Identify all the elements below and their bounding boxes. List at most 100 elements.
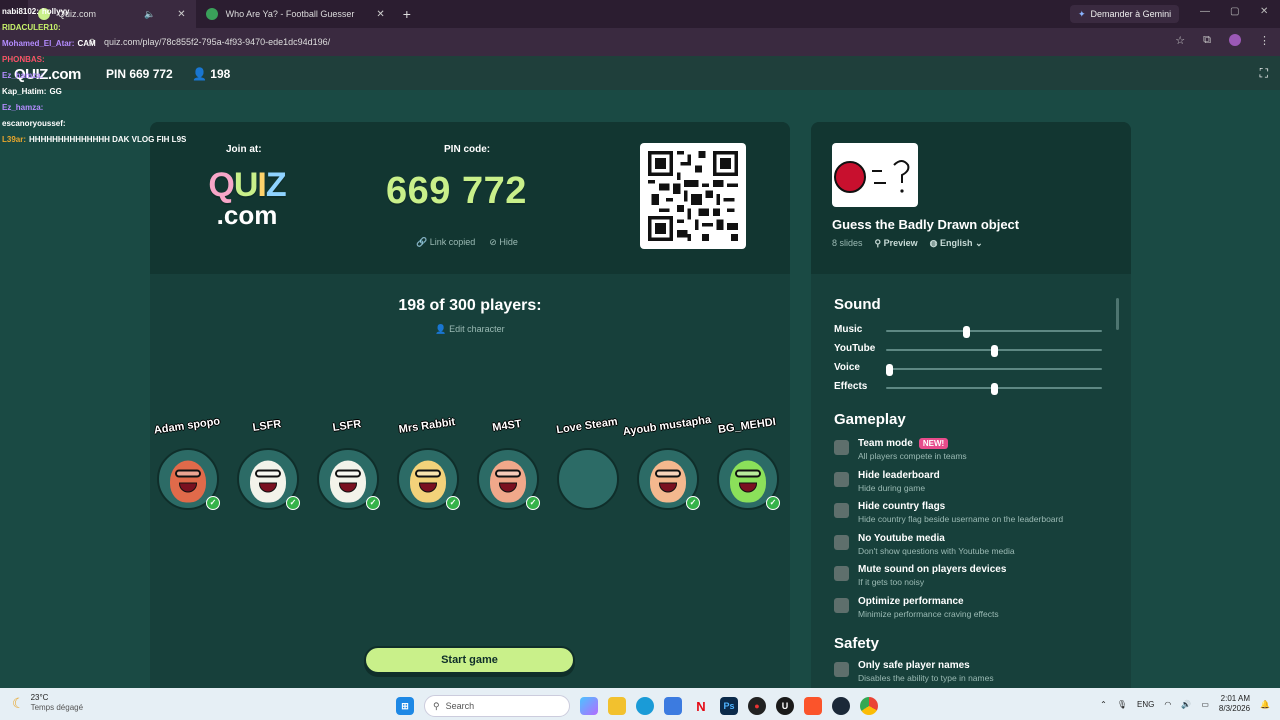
hide-label: Hide	[499, 237, 518, 247]
link-copied-button[interactable]: 🔗 Link copied	[416, 237, 475, 248]
volume-slider[interactable]	[886, 383, 1102, 395]
close-window-icon[interactable]: ✕	[1260, 6, 1268, 17]
gameplay-option[interactable]: Optimize performance Minimize performance…	[834, 596, 1114, 624]
photoshop-icon[interactable]: Ps	[720, 697, 738, 715]
record-icon[interactable]: ●	[748, 697, 766, 715]
safety-option[interactable]: Only safe player names Disables the abili…	[834, 660, 1114, 688]
player-avatar[interactable]: Ayoub mustapha ✓	[622, 414, 712, 510]
edit-character-button[interactable]: 👤 Edit character	[150, 324, 790, 335]
netflix-icon[interactable]: N	[692, 697, 710, 715]
checkbox[interactable]	[834, 566, 849, 581]
volume-slider-row: Music	[834, 324, 1102, 338]
volume-slider[interactable]	[886, 345, 1102, 357]
player-avatar[interactable]: M4ST ✓	[474, 418, 540, 510]
file-explorer-icon[interactable]	[608, 697, 626, 715]
profile-avatar[interactable]	[1229, 34, 1241, 46]
gameplay-option[interactable]: Hide country flags Hide country flag besi…	[834, 501, 1114, 529]
bookmark-star-icon[interactable]: ☆	[1175, 34, 1185, 47]
chat-username: Mohamed_El_Atar:	[2, 39, 75, 48]
temperature: 23°C	[30, 693, 49, 702]
edge-icon[interactable]	[636, 697, 654, 715]
player-avatar[interactable]: LSFR ✓	[314, 418, 380, 510]
avatar-face	[490, 460, 526, 503]
gameplay-option[interactable]: Team mode NEW! All players compete in team…	[834, 438, 1114, 466]
maximize-icon[interactable]: ▢	[1230, 6, 1239, 17]
chrome-icon[interactable]	[860, 697, 878, 715]
option-title: Optimize performance	[858, 596, 964, 607]
quiz-title: Guess the Badly Drawn object	[832, 217, 1020, 232]
volume-slider[interactable]	[886, 364, 1102, 376]
chevron-up-icon[interactable]: ⌃	[1100, 700, 1107, 709]
steam-icon[interactable]	[832, 697, 850, 715]
player-avatar[interactable]: Mrs Rabbit ✓	[394, 416, 460, 510]
gameplay-section-title: Gameplay	[834, 411, 906, 428]
gameplay-option[interactable]: No Youtube media Don't show questions wit…	[834, 533, 1114, 561]
checkbox[interactable]	[834, 534, 849, 550]
brave-icon[interactable]	[804, 697, 822, 715]
player-avatar[interactable]: LSFR ✓	[234, 418, 300, 510]
preview-button[interactable]: ⚲ Preview	[875, 238, 918, 249]
option-title: Hide country flags	[858, 501, 945, 512]
clock[interactable]: 2:01 AM 8/3/2026	[1219, 694, 1250, 714]
qr-code[interactable]	[640, 143, 746, 249]
new-tab-icon[interactable]: +	[395, 6, 419, 22]
store-icon[interactable]	[664, 697, 682, 715]
option-description: Don't show questions with Youtube media	[858, 545, 1015, 556]
slider-knob[interactable]	[963, 326, 971, 338]
player-avatar[interactable]: Love Steam	[554, 416, 620, 510]
language-dropdown[interactable]: ◍ English ⌄	[930, 238, 983, 249]
weather-desc: Temps dégagé	[30, 703, 84, 712]
copilot-icon[interactable]	[580, 697, 598, 715]
chat-message: Kap_Hatim: GG	[2, 84, 242, 100]
microphone-icon[interactable]: 🎙	[1117, 700, 1127, 709]
wifi-icon[interactable]: ◠	[1164, 700, 1171, 709]
option-title-text: Hide leaderboard	[858, 469, 940, 481]
settings-scrollbar[interactable]	[1116, 298, 1119, 330]
extensions-icon[interactable]: ⧉	[1203, 34, 1211, 47]
option-title-text: No Youtube media	[858, 532, 945, 544]
avatar-eyes	[495, 469, 521, 478]
pin-code-label: PIN code:	[444, 144, 491, 155]
search-icon: ⚲	[874, 238, 882, 248]
quiz-logo-letter: U	[233, 166, 259, 204]
player-avatar[interactable]: Adam spopo ✓	[153, 415, 221, 510]
chat-username: L39ar:	[2, 135, 27, 144]
slider-knob[interactable]	[990, 345, 998, 357]
address-bar[interactable]: ⚙ quiz.com/play/78c855f2-795a-4f93-9470-…	[86, 33, 1186, 51]
checkbox[interactable]	[834, 597, 849, 613]
checkbox[interactable]	[834, 662, 849, 677]
gemini-button[interactable]: ✦ Demander à Gemini	[1070, 5, 1180, 23]
quiz-thumbnail[interactable]	[832, 143, 918, 207]
slider-knob[interactable]	[886, 364, 893, 376]
weather-widget[interactable]: ☾ 23°C Temps dégagé	[12, 693, 83, 713]
quiz-logo-top: QUIZ	[192, 168, 302, 202]
start-game-button[interactable]: Start game	[364, 646, 575, 674]
link-icon: 🔗	[416, 237, 428, 247]
tab-label: Who Are Ya? - Football Guesser	[225, 9, 355, 19]
language-indicator[interactable]: ENG	[1137, 700, 1154, 709]
volume-icon[interactable]: 🔊	[1181, 700, 1191, 709]
slider-knob[interactable]	[990, 383, 998, 395]
upwork-icon[interactable]: U	[776, 697, 794, 715]
checkbox[interactable]	[834, 503, 849, 518]
hide-button[interactable]: ⊘ Hide	[489, 237, 518, 248]
fullscreen-icon[interactable]: ⛶	[1260, 66, 1268, 81]
battery-icon[interactable]: ▭	[1201, 700, 1209, 709]
avatar-eyes	[255, 469, 281, 478]
checkbox[interactable]	[834, 440, 849, 455]
minimize-icon[interactable]: —	[1200, 6, 1210, 17]
windows-start-icon[interactable]: ⊞	[396, 697, 414, 715]
volume-slider[interactable]	[886, 326, 1102, 338]
pin-code-value: 669 772	[386, 170, 527, 212]
gemini-icon: ✦	[1078, 8, 1086, 19]
ready-check-icon: ✓	[686, 496, 700, 510]
close-tab-icon[interactable]: ✕	[376, 9, 384, 20]
gameplay-option[interactable]: Hide leaderboard Hide during game	[834, 470, 1114, 498]
notifications-icon[interactable]: 🔔	[1260, 700, 1270, 709]
player-avatar[interactable]: BG_MEHDI ✓	[714, 416, 780, 510]
menu-icon[interactable]: ⋮	[1259, 34, 1270, 47]
avatar-circle	[557, 448, 619, 510]
gameplay-option[interactable]: Mute sound on players devices If it gets …	[834, 564, 1114, 592]
checkbox[interactable]	[834, 471, 849, 487]
taskbar-search[interactable]: ⚲ Search	[424, 695, 570, 717]
